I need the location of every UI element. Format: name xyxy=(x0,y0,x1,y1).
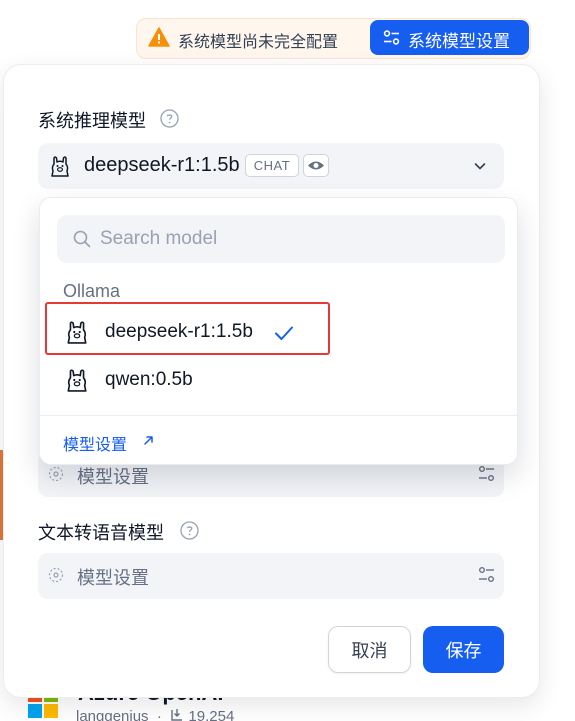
vision-badge xyxy=(303,154,329,177)
save-button[interactable]: 保存 xyxy=(423,626,504,673)
ollama-llama-icon xyxy=(67,369,87,392)
eye-icon xyxy=(308,161,324,170)
system-model-settings-label[interactable]: 系统模型设置 xyxy=(408,27,510,52)
external-arrow-icon[interactable] xyxy=(143,435,154,446)
help-circle-icon[interactable] xyxy=(160,109,179,128)
settings-sliders-icon[interactable] xyxy=(478,465,495,482)
warning-triangle-icon xyxy=(148,27,170,47)
screen: Azure OpenAI langgenius · 19,254 系统模型尚未完… xyxy=(0,0,575,721)
ollama-llama-icon xyxy=(51,156,69,177)
model-settings-link[interactable]: 模型设置 xyxy=(63,431,127,455)
chevron-down-icon[interactable] xyxy=(472,158,488,174)
warning-text: 系统模型尚未完全配置 xyxy=(178,34,339,51)
chat-badge: CHAT xyxy=(245,154,299,177)
model-option-name: qwen:0.5b xyxy=(105,369,193,390)
cancel-button[interactable]: 取消 xyxy=(328,626,411,673)
background-card-installs: 19,254 xyxy=(188,708,235,721)
background-card-author: langgenius xyxy=(76,708,149,721)
selection-highlight-box xyxy=(45,302,330,355)
reasoning-model-label: 系统推理模型 xyxy=(38,111,146,131)
model-setting-placeholder: 模型设置 xyxy=(77,467,149,487)
settings-sliders-icon[interactable] xyxy=(478,566,495,583)
search-icon xyxy=(73,230,91,248)
dot-separator: · xyxy=(152,708,167,721)
settings-sliders-icon xyxy=(383,30,400,45)
download-icon xyxy=(171,709,183,721)
provider-group-label: Ollama xyxy=(63,281,121,301)
dropdown-divider xyxy=(40,415,517,416)
background-card-meta: langgenius · 19,254 xyxy=(76,708,234,721)
help-circle-icon[interactable] xyxy=(180,521,199,540)
selected-model-name: deepseek-r1:1.5b xyxy=(84,154,240,176)
cube-outline-icon xyxy=(48,567,64,583)
search-model-input[interactable] xyxy=(100,224,490,254)
tts-model-placeholder: 模型设置 xyxy=(77,568,149,588)
tts-model-label: 文本转语音模型 xyxy=(38,523,164,543)
cube-outline-icon xyxy=(48,466,64,482)
